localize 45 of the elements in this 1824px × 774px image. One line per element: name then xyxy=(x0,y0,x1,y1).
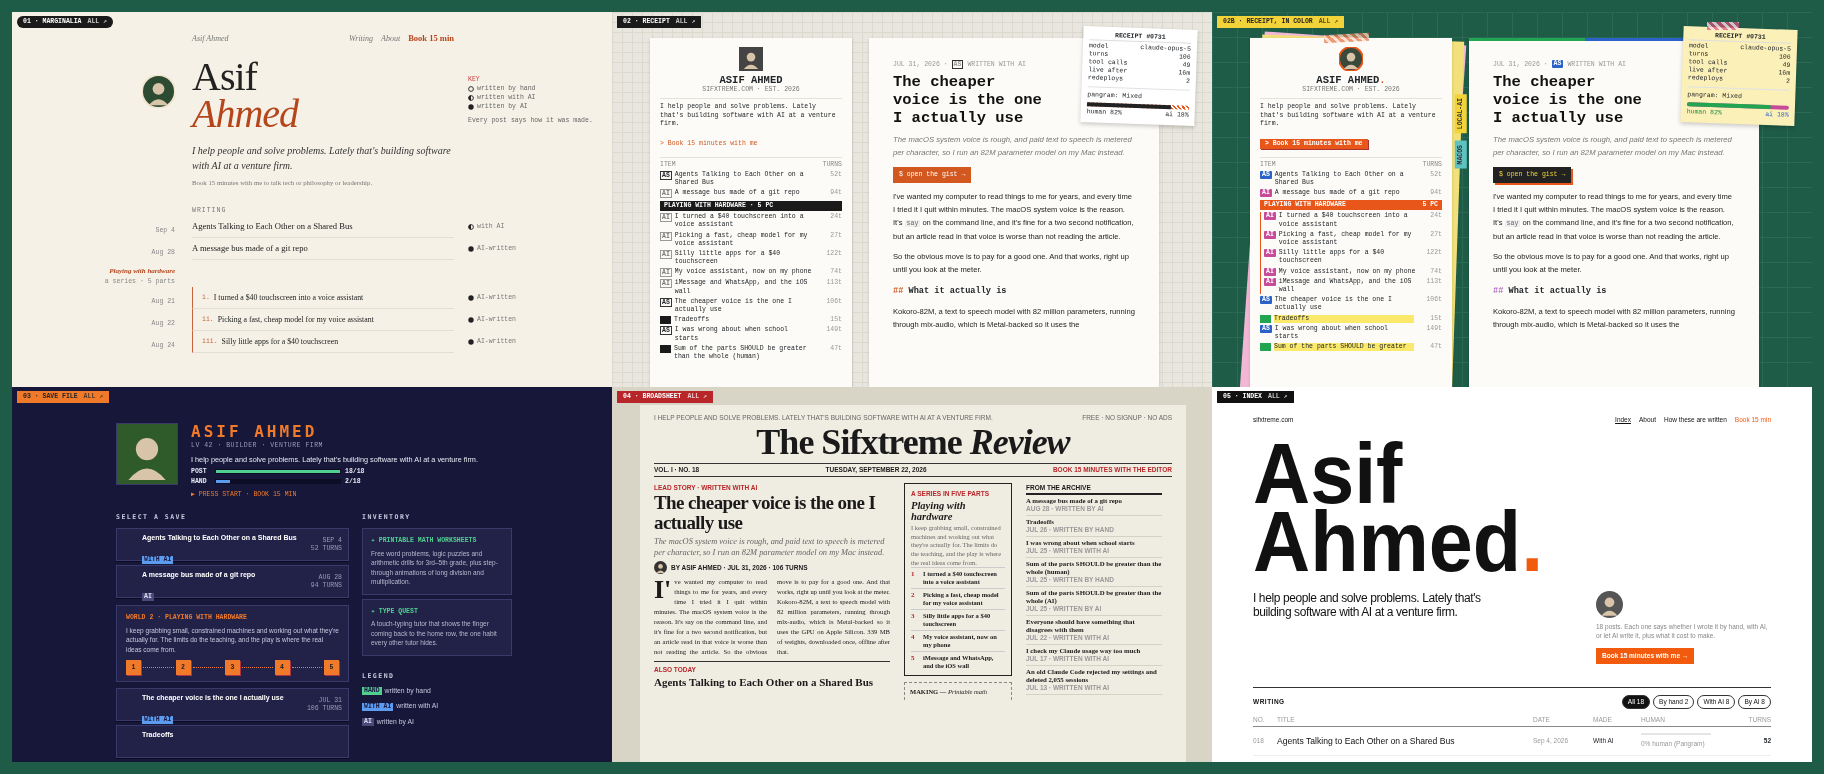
dot-icon xyxy=(468,295,474,302)
player-name: ASIF AHMED xyxy=(191,423,319,440)
masthead: The Sifxtreme Review xyxy=(755,422,1072,461)
tagline: I help people and solve problems. Lately that's building software with AI at a venture firm. xyxy=(1253,590,1482,621)
section-heading: ## What it actually is xyxy=(893,284,1008,298)
half-circle-icon xyxy=(468,223,474,230)
avatar-silhouette xyxy=(739,47,763,71)
profile-name: ASIF AHMED. xyxy=(1315,74,1387,86)
series-title: Playing with hardware xyxy=(911,500,967,523)
article-title: The cheaper voice is the one I actually use xyxy=(893,72,1043,127)
headline[interactable]: Agents Talking to Each Other on a Shared Bus xyxy=(654,676,890,688)
square-icon xyxy=(660,344,671,353)
dot-icon xyxy=(468,245,474,252)
profile-name: ASIF AHMED xyxy=(718,74,784,86)
dot-icon xyxy=(468,317,474,324)
square-icon xyxy=(1260,343,1271,352)
tape-strip xyxy=(1323,32,1370,44)
square-icon xyxy=(1260,314,1271,323)
nav-link[interactable]: Book 15 min xyxy=(408,32,454,45)
article-title: The cheaper voice is the one I actually use xyxy=(1493,72,1643,127)
hero-name: Asif xyxy=(1253,438,1403,507)
tape-strip xyxy=(1707,22,1739,30)
avatar-silhouette xyxy=(1339,47,1363,71)
name-last: Ahmed xyxy=(192,95,300,133)
name-first: Asif xyxy=(192,59,258,95)
dot-icon xyxy=(468,103,474,110)
tagline: I help people and solve problems. Lately that's building software with AI at a venture firm. xyxy=(192,144,452,173)
avatar-silhouette xyxy=(654,561,667,575)
headline[interactable]: The cheaper voice is the one I actually use xyxy=(654,493,890,534)
nav-link[interactable]: About xyxy=(381,33,401,45)
half-circle-icon xyxy=(468,94,474,101)
story-dek: The macOS system voice is rough, and paid text to speech is metered per character, so I run an 82M parameter model on my Mac instead. xyxy=(654,536,886,559)
section-heading: ## What it actually is xyxy=(1493,284,1608,298)
hero-name: Ahmed. xyxy=(1253,506,1545,575)
post-title[interactable]: Agents Talking to Each Other on a Shared Bus xyxy=(1277,734,1455,748)
post-title[interactable]: A message bus made of a git repo xyxy=(192,237,454,260)
avatar-silhouette xyxy=(1596,590,1623,618)
post-title[interactable]: Agents Talking to Each Other on a Shared Bus xyxy=(192,215,454,238)
site-name[interactable]: Asif Ahmed xyxy=(192,33,229,45)
square-icon xyxy=(660,316,671,325)
avatar-silhouette xyxy=(142,75,175,108)
nav-link[interactable]: Writing xyxy=(349,33,374,45)
ring-icon xyxy=(468,85,474,92)
avatar-silhouette xyxy=(116,423,178,485)
dot-icon xyxy=(468,339,474,346)
